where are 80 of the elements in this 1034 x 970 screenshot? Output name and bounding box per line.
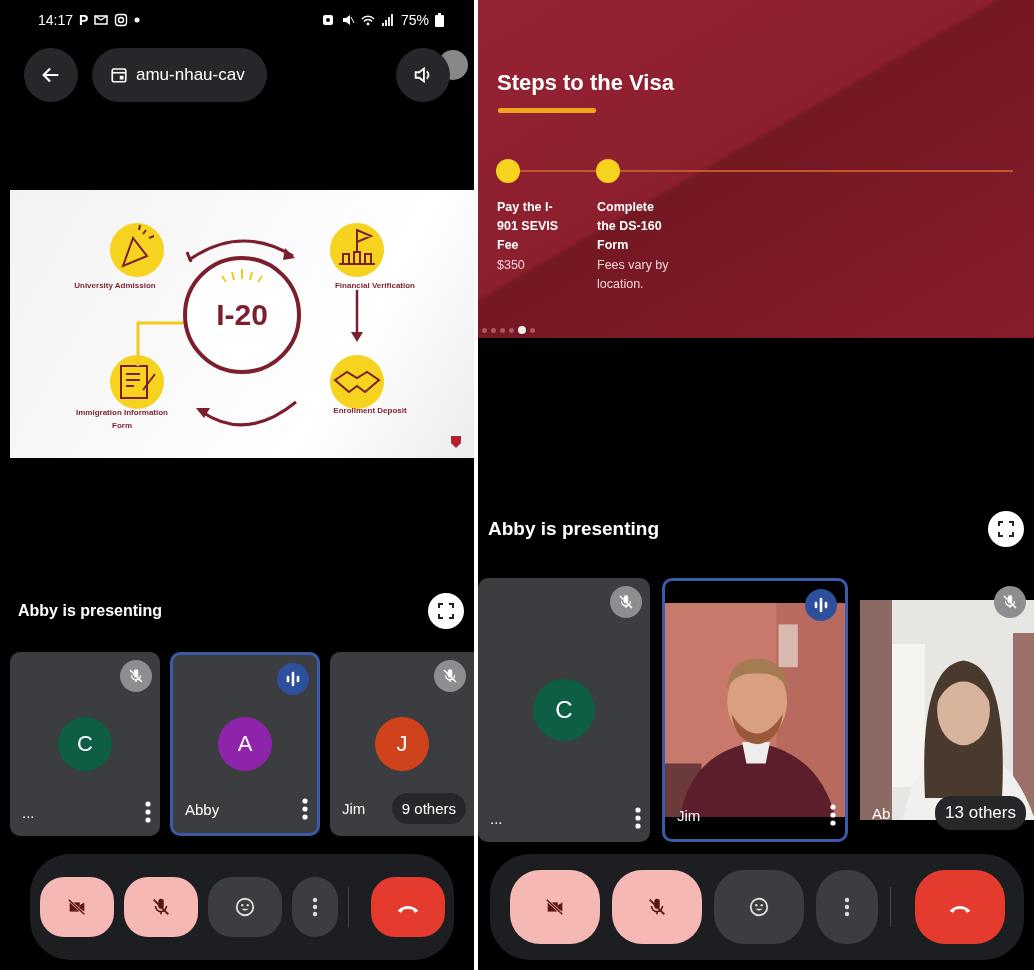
slide-pager (482, 326, 535, 334)
avatar: A (218, 717, 272, 771)
fullscreen-icon (437, 602, 455, 620)
step-note: $350 (497, 257, 526, 274)
step-heading: Complete the DS-160 Form (597, 199, 663, 254)
more-options-icon (311, 897, 318, 917)
slide-title: Steps to the Visa (497, 70, 674, 96)
back-button[interactable] (24, 48, 78, 102)
center-label: I-20 (216, 298, 268, 332)
dot-icon (134, 17, 141, 23)
flag-icon (329, 222, 385, 278)
signal-icon (380, 13, 395, 27)
step-marker (496, 159, 520, 183)
camera-off-icon (65, 896, 88, 918)
step-note: Fees vary by location. (597, 257, 670, 293)
fullscreen-button[interactable] (988, 511, 1024, 547)
participant-tile[interactable]: Jim (662, 578, 848, 842)
reactions-button[interactable] (207, 877, 282, 937)
more-options-icon[interactable] (301, 797, 309, 821)
mic-toggle-button[interactable] (123, 877, 198, 937)
participant-name: ... (22, 803, 35, 821)
participant-tile[interactable]: C ... (10, 652, 160, 836)
participant-name: Jim (342, 800, 366, 817)
avatar: J (375, 717, 429, 771)
mic-off-icon (994, 586, 1026, 618)
participant-name: Jim (677, 806, 701, 824)
participant-name: Abby (185, 800, 220, 818)
more-options-icon[interactable] (144, 800, 152, 824)
stage-label: University Admission (73, 280, 157, 292)
stage-label: Immigration Information Form (75, 407, 169, 432)
mic-off-icon (610, 586, 642, 618)
battery-icon (435, 13, 444, 27)
party-popper-icon (109, 222, 165, 278)
status-time: 14:17 (38, 12, 74, 28)
speaking-indicator-icon (277, 663, 309, 695)
smiley-icon (233, 896, 256, 918)
more-options-icon[interactable] (829, 803, 837, 827)
participant-name: Ab (872, 804, 891, 822)
hang-up-button[interactable] (914, 870, 1005, 944)
meeting-code-chip[interactable]: amu-nhau-cav (92, 48, 267, 102)
mic-off-icon (434, 660, 466, 692)
participant-tile[interactable]: A Abby (170, 652, 320, 836)
fullscreen-icon (997, 520, 1015, 538)
fullscreen-button[interactable] (428, 593, 464, 629)
camera-toggle-button[interactable] (509, 870, 600, 944)
others-count-badge[interactable]: 9 others (391, 793, 466, 824)
others-count-badge[interactable]: 13 others (935, 796, 1026, 830)
camera-app-icon (114, 13, 129, 27)
avatar: C (58, 717, 112, 771)
notification-letter: P (79, 12, 89, 28)
participant-name: ... (490, 809, 503, 827)
down-arrow (350, 290, 364, 344)
camera-off-icon (543, 896, 566, 918)
battery-level: 75% (400, 12, 429, 28)
step-marker (596, 159, 620, 183)
speaker-button[interactable] (396, 48, 450, 102)
sparkle-icon (220, 268, 264, 284)
wifi-icon (360, 13, 375, 27)
mic-off-icon (120, 660, 152, 692)
alarm-icon (320, 13, 335, 27)
form-pencil-icon (109, 354, 165, 410)
camera-toggle-button[interactable] (39, 877, 114, 937)
calendar-icon (110, 66, 128, 84)
stage-label: Enrollment Deposit (332, 405, 408, 417)
hang-up-button[interactable] (370, 877, 445, 937)
mic-toggle-button[interactable] (611, 870, 702, 944)
step-heading: Pay the I-901 SEVIS Fee (497, 199, 560, 254)
speaking-indicator-icon (805, 589, 837, 621)
more-options-icon (843, 897, 850, 917)
presenting-label: Abby is presenting (488, 518, 661, 540)
mute-icon (340, 13, 355, 27)
avatar: C (533, 679, 595, 741)
mail-icon (94, 13, 109, 27)
presenting-label: Abby is presenting (18, 602, 164, 620)
participant-tile[interactable]: J Jim 9 others (330, 652, 474, 836)
stage-label: Financial Verification (334, 280, 416, 292)
more-options-icon[interactable] (634, 806, 642, 830)
smiley-icon (747, 896, 770, 918)
shield-logo-icon (451, 436, 461, 448)
participant-tile[interactable]: C ... (478, 578, 650, 842)
